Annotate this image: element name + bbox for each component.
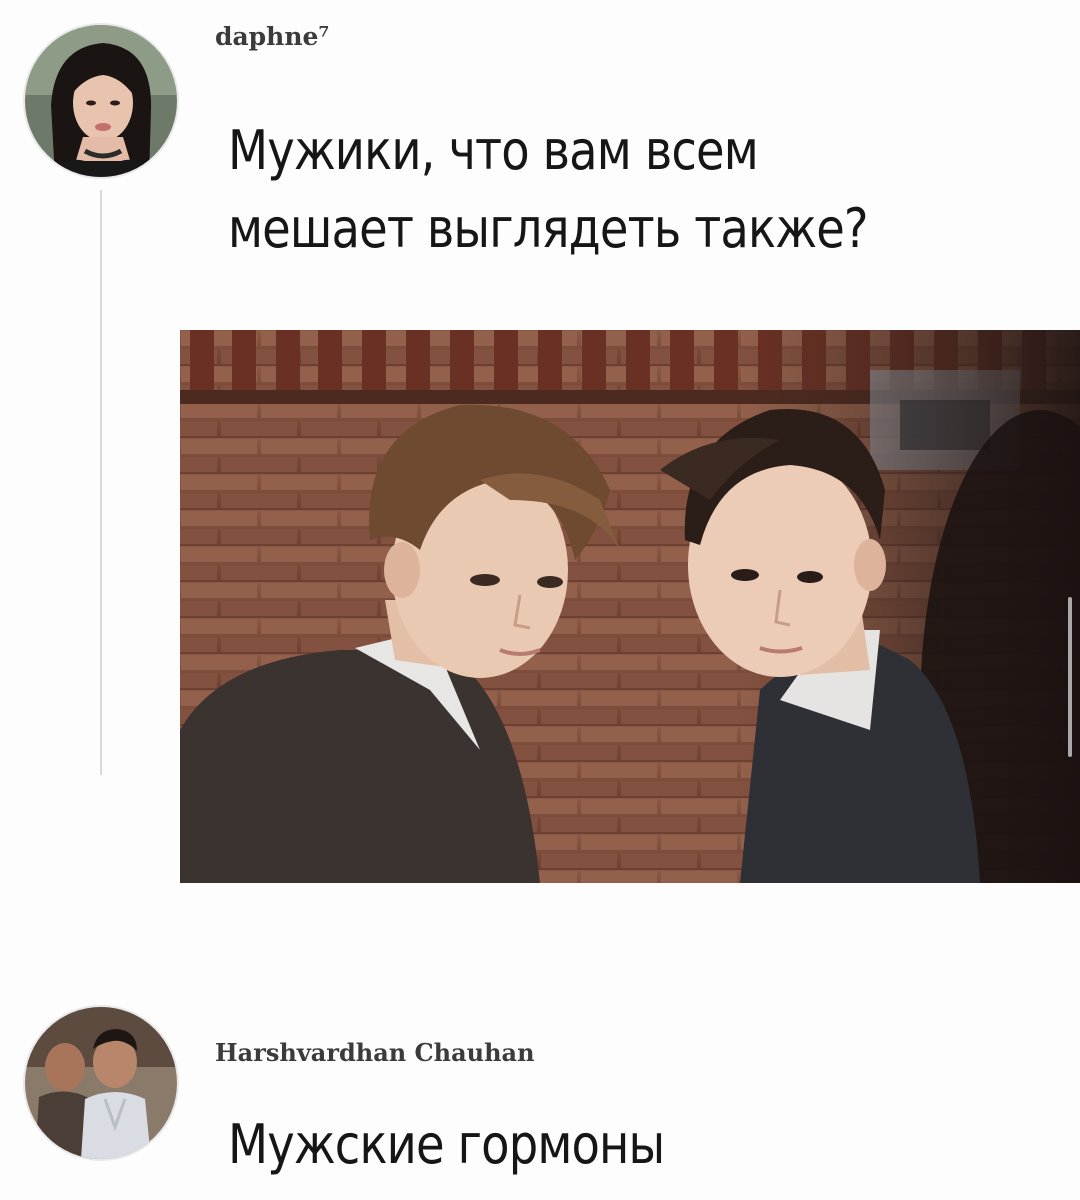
post-body-text: Мужские гормоны bbox=[228, 1113, 665, 1176]
post-author-username[interactable]: Harshvardhan Chauhan bbox=[215, 1038, 535, 1067]
user-avatar-man-icon bbox=[25, 1007, 177, 1159]
user-avatar-woman-icon bbox=[25, 25, 177, 177]
thread-connector-line bbox=[100, 190, 102, 775]
scrollbar-thumb[interactable] bbox=[1068, 597, 1072, 757]
post-author-username[interactable]: daphne⁷ bbox=[215, 22, 329, 51]
photo-two-men-brick-wall bbox=[180, 330, 1080, 883]
avatar-harshvardhan[interactable] bbox=[25, 1007, 177, 1159]
post-image[interactable] bbox=[180, 330, 1080, 883]
post-body-text: Мужики, что вам всем мешает выглядеть та… bbox=[228, 119, 869, 260]
avatar-daphne[interactable] bbox=[25, 25, 177, 177]
